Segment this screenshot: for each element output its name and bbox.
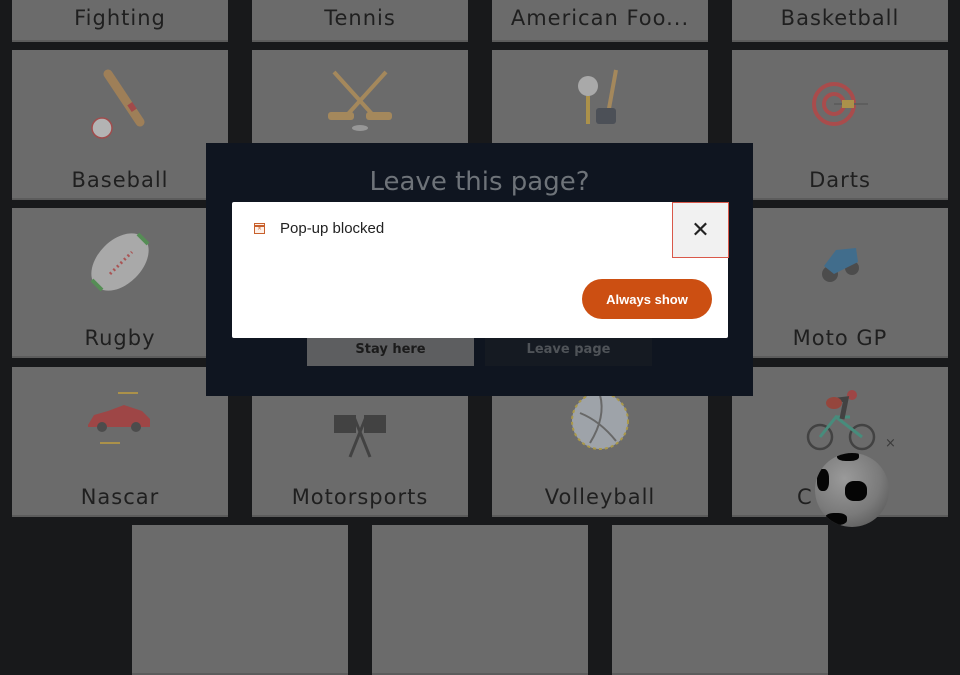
close-button[interactable]: ✕ xyxy=(672,202,729,258)
tile-basketball[interactable]: Basketball xyxy=(732,0,948,42)
popup-blocked-icon: × xyxy=(254,223,265,234)
tile-moto-gp[interactable]: Moto GP xyxy=(732,208,948,358)
tile-nascar[interactable]: Nascar xyxy=(12,367,228,517)
tile-label: Darts xyxy=(809,168,871,192)
tile-label: Rugby xyxy=(84,326,156,350)
soccer-ball-icon[interactable] xyxy=(815,453,889,527)
popup-blocked-notification: × Pop-up blocked ✕ Always show xyxy=(232,202,729,338)
tile-label: Tennis xyxy=(324,6,396,30)
widget-close-icon[interactable]: × xyxy=(885,436,896,451)
popup-message: Pop-up blocked xyxy=(280,220,385,237)
golf-club-icon xyxy=(578,69,618,124)
tile-label: Nascar xyxy=(80,485,160,509)
motorbike-icon xyxy=(822,248,859,282)
hockey-sticks-icon xyxy=(328,70,392,131)
tile[interactable] xyxy=(132,525,348,675)
close-icon: ✕ xyxy=(691,217,710,243)
leave-dialog-title: Leave this page? xyxy=(369,167,590,197)
race-car-icon xyxy=(88,392,150,444)
tile-label: Basketball xyxy=(780,6,900,30)
tile[interactable] xyxy=(372,525,588,675)
baseball-bat-icon xyxy=(91,69,145,139)
tile-label: Motorsports xyxy=(291,485,429,509)
tile-rugby[interactable]: Rugby xyxy=(12,208,228,358)
tile-tennis[interactable]: Tennis xyxy=(252,0,468,42)
rugby-ball-icon xyxy=(90,232,150,292)
always-show-button[interactable]: Always show xyxy=(582,279,712,319)
tile-label: Baseball xyxy=(71,168,169,192)
tile-label: American Foo... xyxy=(510,6,690,30)
cyclist-icon xyxy=(806,390,876,451)
tile-label: Moto GP xyxy=(792,326,888,350)
tile-baseball[interactable]: Baseball xyxy=(12,50,228,200)
tile[interactable] xyxy=(612,525,828,675)
dartboard-icon xyxy=(812,82,868,126)
tile-american-football[interactable]: American Foo... xyxy=(492,0,708,42)
tile-darts[interactable]: Darts xyxy=(732,50,948,200)
tile-fighting[interactable]: Fighting xyxy=(12,0,228,42)
tile-label: Fighting xyxy=(74,6,166,30)
tile-label: Volleyball xyxy=(544,485,656,509)
